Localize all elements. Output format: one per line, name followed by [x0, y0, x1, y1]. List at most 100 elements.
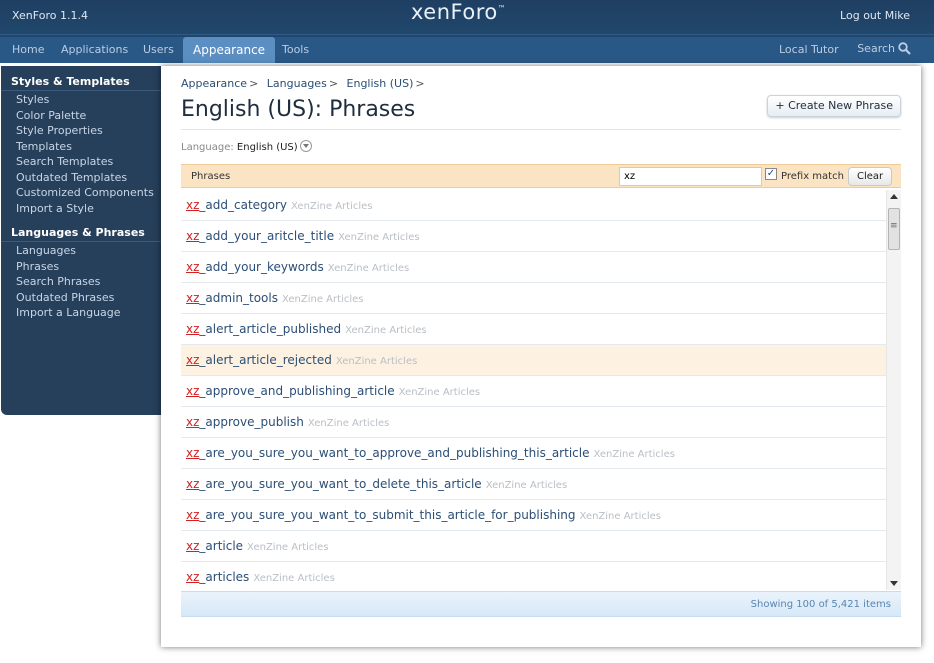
breadcrumb: Appearance > Languages > English (US) > — [181, 77, 430, 90]
phrase-addon: XenZine Articles — [281, 294, 364, 305]
tab-appearance[interactable]: Appearance — [183, 37, 276, 63]
local-tutor-link[interactable]: Local Tutor — [779, 43, 839, 56]
scroll-down-arrow-icon[interactable] — [890, 581, 898, 586]
language-selector-row: Language: English (US) — [181, 140, 312, 153]
phrase-prefix: xz — [186, 198, 200, 212]
phrase-addon: XenZine Articles — [247, 542, 329, 553]
phrase-row[interactable]: xz_approve_publish XenZine Articles — [181, 407, 886, 438]
sidebar-item-customized-components[interactable]: Customized Components — [1, 185, 161, 201]
phrase-name[interactable]: _article — [199, 539, 243, 553]
phrase-row[interactable]: xz_article XenZine Articles — [181, 531, 886, 562]
xenforo-logo[interactable]: xenForo™ — [411, 0, 506, 24]
phrase-prefix: xz — [186, 415, 200, 429]
admin-header: XenForo 1.1.4 xenForo™ Log out Mike Home… — [0, 0, 934, 63]
sidebar-group-styles: Styles & Templates Styles Color Palette … — [1, 75, 161, 216]
phrase-name[interactable]: _are_you_sure_you_want_to_submit_this_ar… — [199, 508, 575, 522]
search-label: Search — [857, 42, 895, 55]
phrase-addon: XenZine Articles — [593, 449, 675, 460]
sidebar-item-style-properties[interactable]: Style Properties — [1, 123, 161, 139]
sidebar-item-languages[interactable]: Languages — [1, 243, 161, 259]
phrase-prefix: xz — [186, 477, 200, 491]
phrase-name[interactable]: _articles — [199, 570, 249, 584]
sidebar-item-search-templates[interactable]: Search Templates — [1, 154, 161, 170]
scroll-thumb[interactable] — [888, 208, 900, 250]
logo-trademark: ™ — [497, 4, 507, 13]
phrase-name[interactable]: _approve_and_publishing_article — [199, 384, 394, 398]
sidebar-item-color-palette[interactable]: Color Palette — [1, 108, 161, 124]
phrase-addon: XenZine Articles — [345, 325, 427, 336]
phrase-row[interactable]: xz_add_category XenZine Articles — [181, 190, 886, 221]
phrase-name[interactable]: _add_category — [199, 198, 287, 212]
phrase-prefix: xz — [186, 384, 200, 398]
phrase-row[interactable]: xz_are_you_sure_you_want_to_approve_and_… — [181, 438, 886, 469]
header-top: XenForo 1.1.4 xenForo™ Log out Mike — [0, 0, 934, 35]
phrase-addon: XenZine Articles — [398, 387, 481, 398]
phrase-prefix: xz — [186, 446, 200, 460]
clear-button[interactable]: Clear — [848, 167, 893, 186]
phrase-addon: XenZine Articles — [253, 573, 335, 584]
phrase-prefix: xz — [186, 260, 200, 274]
breadcrumb-separator: > — [328, 77, 339, 90]
phrase-row[interactable]: xz_are_you_sure_you_want_to_delete_this_… — [181, 469, 886, 500]
scroll-up-arrow-icon[interactable] — [890, 194, 898, 199]
phrase-name[interactable]: _are_you_sure_you_want_to_delete_this_ar… — [199, 477, 481, 491]
sidebar-item-import-style[interactable]: Import a Style — [1, 201, 161, 217]
tab-tools[interactable]: Tools — [282, 43, 309, 56]
sidebar-item-templates[interactable]: Templates — [1, 139, 161, 155]
logo-text: xenForo — [411, 0, 498, 24]
chevron-down-icon[interactable] — [299, 140, 312, 152]
phrase-addon: XenZine Articles — [338, 232, 420, 243]
tab-applications[interactable]: Applications — [61, 43, 128, 56]
app-title[interactable]: XenForo 1.1.4 — [12, 9, 88, 22]
sidebar-item-outdated-templates[interactable]: Outdated Templates — [1, 170, 161, 186]
phrase-addon: XenZine Articles — [335, 356, 418, 367]
phrase-filter-bar: Phrases ✓ Prefix match Clear — [181, 164, 901, 188]
sidebar-item-outdated-phrases[interactable]: Outdated Phrases — [1, 290, 161, 306]
sidebar-item-import-language[interactable]: Import a Language — [1, 305, 161, 321]
main-tabs: Home Applications Users Appearance Tools… — [0, 37, 934, 63]
prefix-match-label[interactable]: Prefix match — [781, 171, 844, 182]
phrase-prefix: xz — [186, 229, 200, 243]
phrase-name[interactable]: _alert_article_published — [199, 322, 341, 336]
tab-home[interactable]: Home — [12, 43, 44, 56]
phrase-name[interactable]: _admin_tools — [199, 291, 278, 305]
breadcrumb-appearance[interactable]: Appearance — [181, 77, 247, 90]
create-new-phrase-button[interactable]: + Create New Phrase — [767, 95, 901, 117]
sidebar-item-styles[interactable]: Styles — [1, 92, 161, 108]
breadcrumb-english-us[interactable]: English (US) — [347, 77, 414, 90]
phrase-row[interactable]: xz_approve_and_publishing_article XenZine… — [181, 376, 886, 407]
tab-users[interactable]: Users — [143, 43, 174, 56]
filter-input[interactable] — [619, 167, 762, 186]
logout-link[interactable]: Log out Mike — [840, 9, 910, 22]
phrase-name[interactable]: _add_your_keywords — [199, 260, 323, 274]
language-value[interactable]: English (US) — [237, 142, 298, 153]
list-footer: Showing 100 of 5,421 items — [181, 591, 901, 617]
phrase-prefix: xz — [186, 322, 200, 336]
prefix-match-checkbox[interactable]: ✓ — [765, 168, 777, 180]
sidebar-heading-languages[interactable]: Languages & Phrases — [1, 226, 161, 242]
phrase-addon: XenZine Articles — [327, 263, 410, 274]
language-label: Language: — [181, 142, 234, 153]
phrase-addon: XenZine Articles — [291, 201, 373, 212]
search-link[interactable]: Search — [857, 42, 911, 55]
phrase-prefix: xz — [186, 291, 200, 305]
phrase-row[interactable]: xz_add_your_keywords XenZine Articles — [181, 252, 886, 283]
breadcrumb-languages[interactable]: Languages — [267, 77, 327, 90]
phrase-row[interactable]: xz_are_you_sure_you_want_to_submit_this_… — [181, 500, 886, 531]
phrase-row[interactable]: xz_alert_article_published XenZine Articl… — [181, 314, 886, 345]
sidebar-item-search-phrases[interactable]: Search Phrases — [1, 274, 161, 290]
phrase-row[interactable]: xz_articles XenZine Articles — [181, 562, 886, 590]
list-scrollbar[interactable] — [886, 190, 901, 590]
phrase-addon: XenZine Articles — [485, 480, 568, 491]
phrase-prefix: xz — [186, 570, 200, 584]
sidebar-heading-styles[interactable]: Styles & Templates — [1, 75, 161, 91]
phrase-name[interactable]: _alert_article_rejected — [199, 353, 331, 367]
phrase-row-highlighted[interactable]: xz_alert_article_rejected XenZine Article… — [181, 345, 886, 376]
breadcrumb-separator: > — [249, 77, 259, 90]
phrase-name[interactable]: _approve_publish — [199, 415, 303, 429]
phrase-row[interactable]: xz_add_your_aritcle_title XenZine Article… — [181, 221, 886, 252]
phrase-name[interactable]: _are_you_sure_you_want_to_approve_and_pu… — [199, 446, 589, 460]
phrase-name[interactable]: _add_your_aritcle_title — [199, 229, 334, 243]
sidebar-item-phrases[interactable]: Phrases — [1, 259, 161, 275]
phrase-row[interactable]: xz_admin_tools XenZine Articles — [181, 283, 886, 314]
